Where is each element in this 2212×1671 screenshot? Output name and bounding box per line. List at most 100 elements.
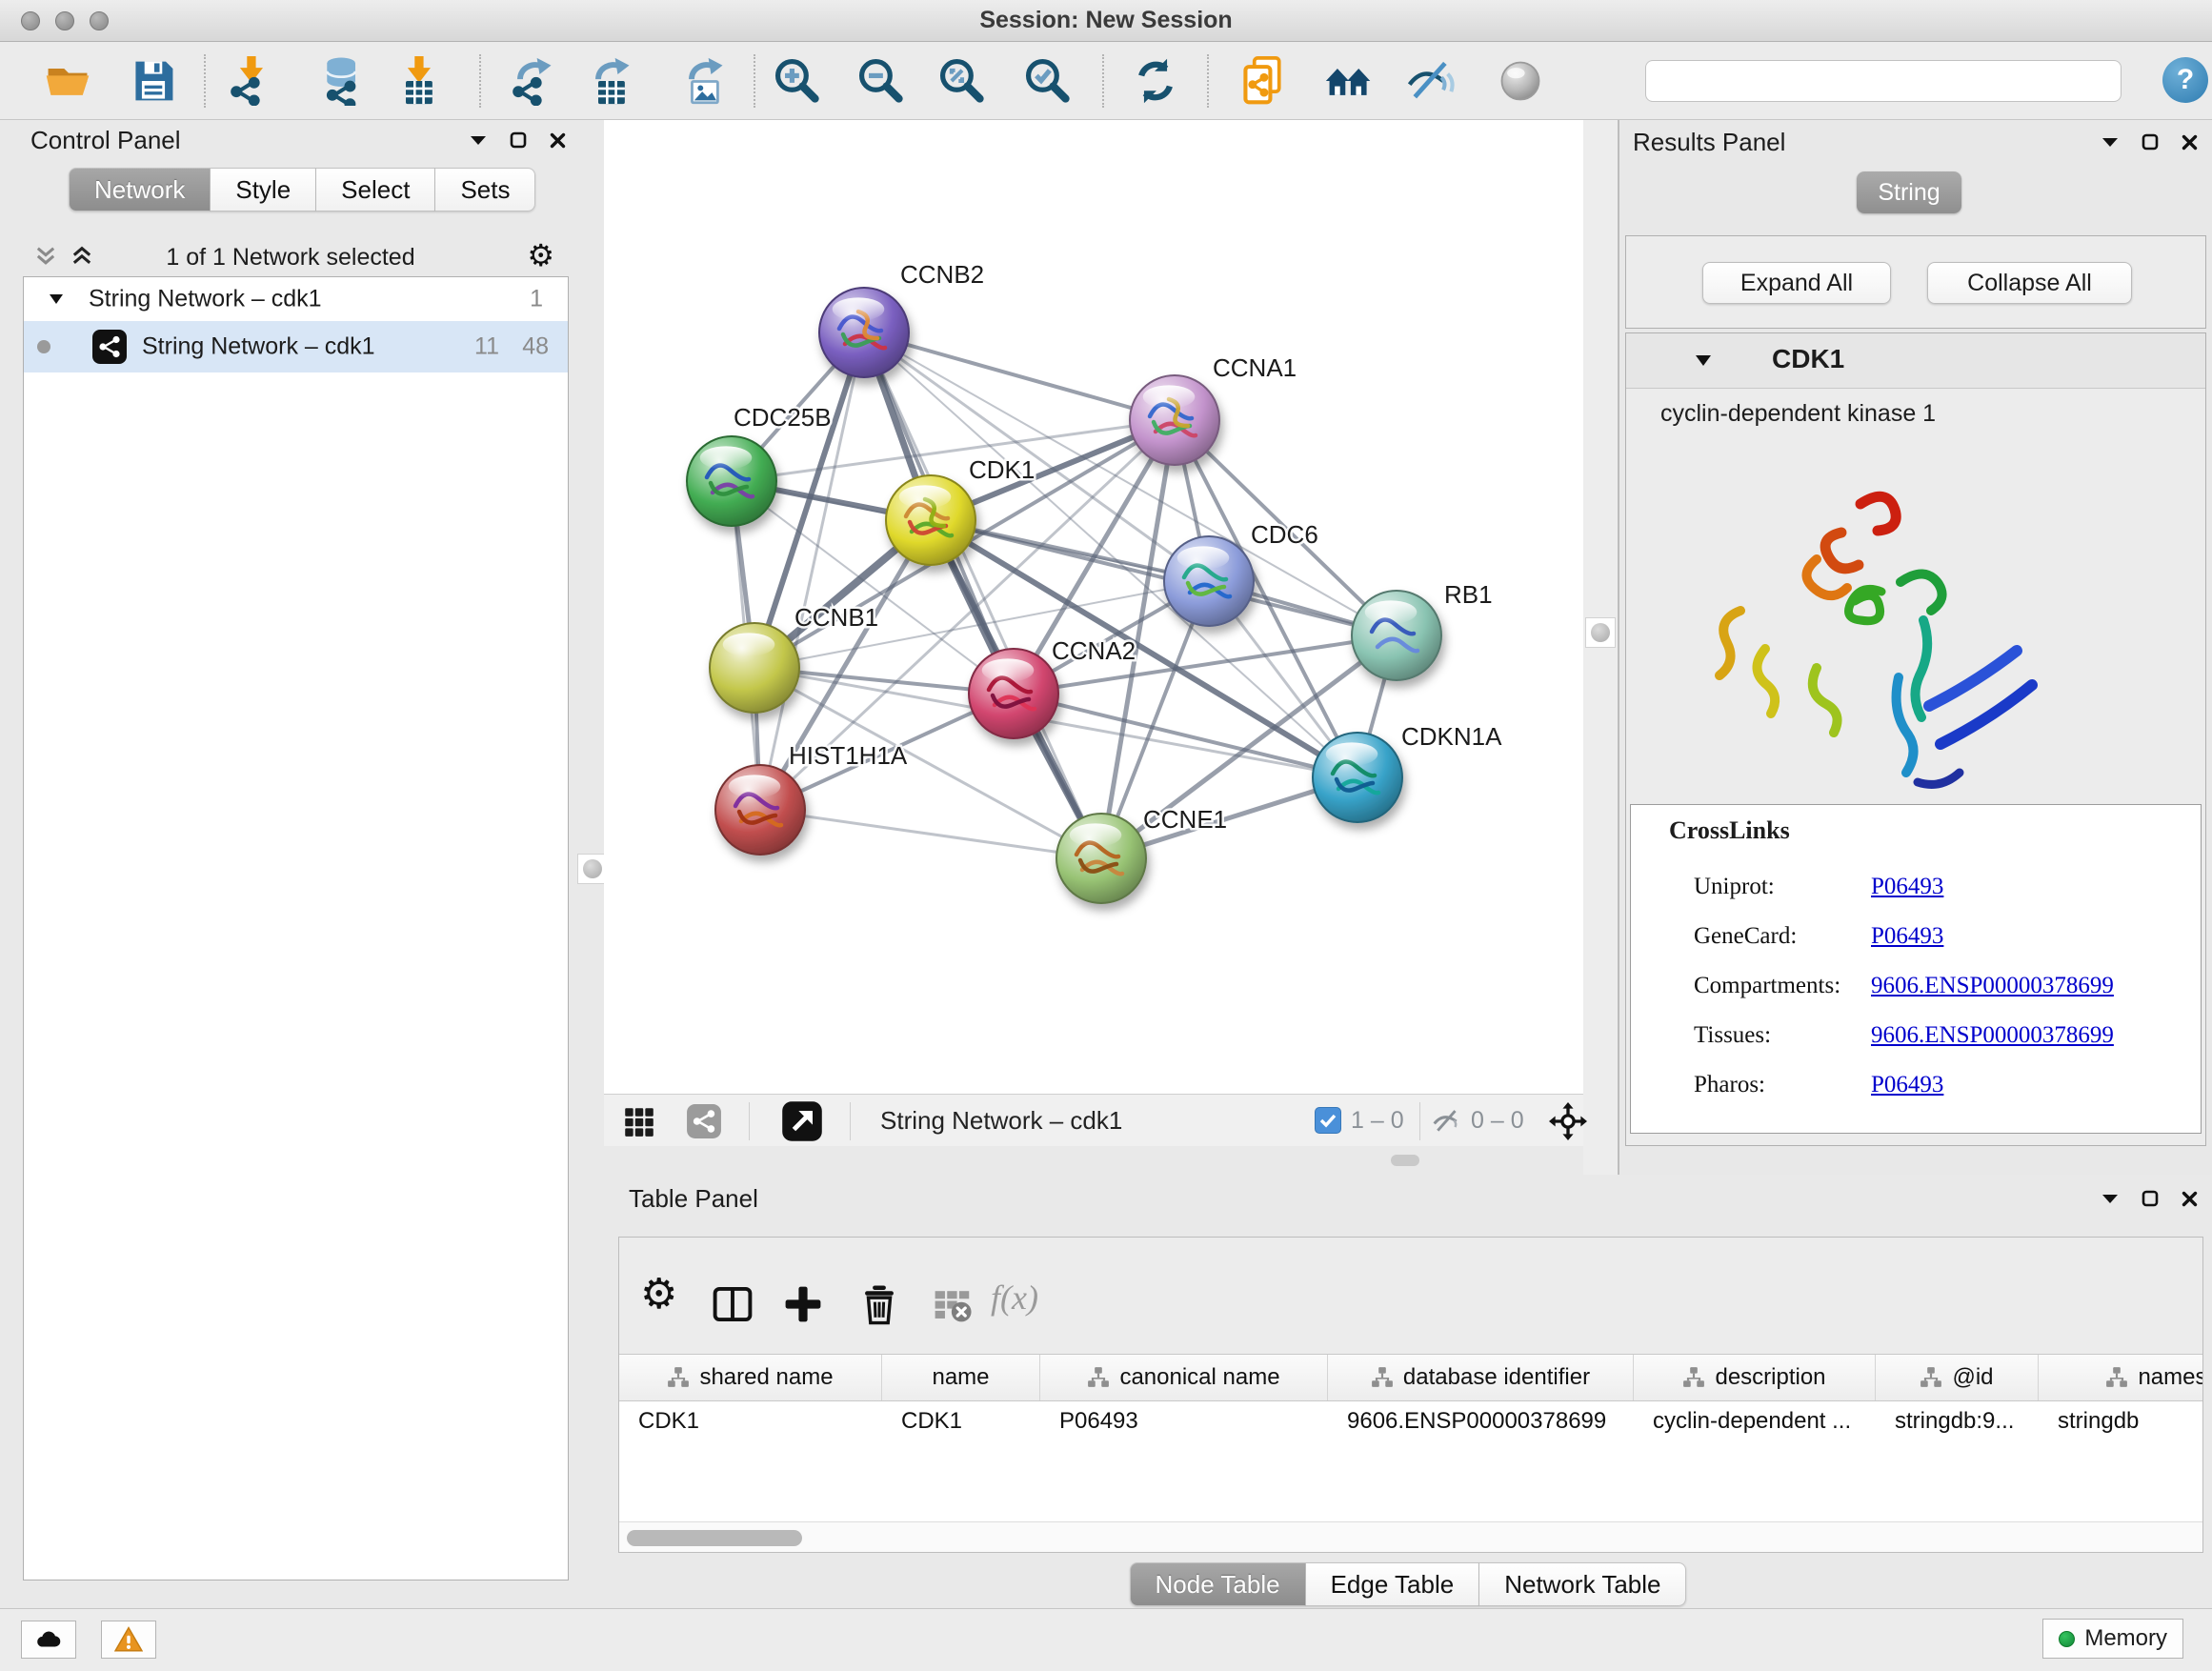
zoom-out-icon[interactable] (856, 56, 906, 106)
network-node-CDK1[interactable]: CDK1 (886, 455, 1035, 565)
tab-edge-table[interactable]: Edge Table (1306, 1562, 1480, 1606)
crosslink-row: Pharos:P06493 (1631, 1062, 2201, 1112)
float-panel-icon[interactable] (2142, 133, 2159, 151)
tab-style[interactable]: Style (211, 168, 316, 211)
delete-column-trash-icon[interactable] (857, 1282, 901, 1326)
gene-section-header[interactable]: CDK1 (1626, 333, 2205, 389)
network-node-HIST1H1A[interactable]: HIST1H1A (715, 741, 908, 855)
birds-eye-view-icon[interactable] (621, 1103, 657, 1139)
tab-sets[interactable]: Sets (435, 168, 535, 211)
tab-network-table[interactable]: Network Table (1479, 1562, 1686, 1606)
import-table-icon[interactable] (393, 56, 443, 106)
export-network-icon[interactable] (508, 56, 557, 106)
network-edge[interactable] (864, 332, 1101, 858)
crosslink-value-link[interactable]: 9606.ENSP00000378699 (1871, 1022, 2114, 1049)
column-header-name[interactable]: name (882, 1355, 1040, 1400)
zoom-in-icon[interactable] (773, 56, 822, 106)
collapse-panel-icon[interactable] (2101, 136, 2119, 148)
table-cell[interactable]: CDK1 (882, 1401, 1040, 1443)
table-cell[interactable]: stringdb:9... (1876, 1401, 2039, 1443)
search-input[interactable] (1645, 60, 2122, 102)
tab-string[interactable]: String (1857, 171, 1961, 213)
tab-network[interactable]: Network (69, 168, 211, 211)
network-node-CCNE1[interactable]: CCNE1 (1056, 805, 1227, 903)
warning-status-button[interactable] (101, 1621, 156, 1659)
collapse-panel-icon[interactable] (2101, 1193, 2119, 1204)
network-table-splitter[interactable] (604, 1146, 1583, 1175)
table-horizontal-scrollbar[interactable] (619, 1521, 2203, 1553)
show-columns-icon[interactable] (711, 1282, 754, 1326)
import-network-from-database-icon[interactable] (318, 56, 368, 106)
network-node-CDKN1A[interactable]: CDKN1A (1313, 722, 1502, 822)
tab-select[interactable]: Select (316, 168, 435, 211)
node-label: CDK1 (969, 455, 1035, 484)
table-cell[interactable]: CDK1 (619, 1401, 882, 1443)
network-canvas[interactable]: CCNB2CCNA1CDC25BCDK1CDC6RB1CCNB1CCNA2CDK… (604, 120, 1583, 1094)
close-panel-icon[interactable] (2182, 1191, 2198, 1207)
delete-table-icon[interactable] (931, 1282, 975, 1326)
column-header-id[interactable]: @id (1876, 1355, 2039, 1400)
zoom-selected-icon[interactable] (1023, 56, 1073, 106)
results-panel-window-controls (2101, 133, 2198, 151)
help-button[interactable]: ? (2162, 57, 2208, 103)
refresh-layout-icon[interactable] (1131, 56, 1180, 106)
column-header-namespace[interactable]: namespace (2039, 1355, 2203, 1400)
crosslink-value-link[interactable]: P06493 (1871, 1072, 1943, 1098)
network-row-selected[interactable]: String Network – cdk1 11 48 (24, 321, 568, 372)
apply-function-icon[interactable]: f(x) (991, 1278, 1038, 1318)
network-node-RB1[interactable]: RB1 (1352, 580, 1493, 680)
network-results-splitter[interactable] (1583, 120, 1619, 1175)
string-panel-icon[interactable] (686, 1103, 722, 1139)
float-panel-icon[interactable] (2142, 1190, 2159, 1207)
network-options-gear-icon[interactable]: ⚙ (527, 240, 554, 271)
expand-all-button[interactable]: Expand All (1702, 262, 1891, 304)
import-network-icon[interactable] (226, 56, 275, 106)
table-cell[interactable]: stringdb (2039, 1401, 2203, 1443)
export-table-icon[interactable] (586, 56, 635, 106)
network-node-CCNA1[interactable]: CCNA1 (1130, 353, 1297, 465)
open-session-icon[interactable] (43, 56, 92, 106)
network-graph[interactable]: CCNB2CCNA1CDC25BCDK1CDC6RB1CCNB1CCNA2CDK… (604, 120, 1583, 1094)
column-header-canonical-name[interactable]: canonical name (1040, 1355, 1328, 1400)
table-cell[interactable]: 9606.ENSP00000378699 (1328, 1401, 1634, 1443)
network-node-CCNB1[interactable]: CCNB1 (710, 603, 878, 713)
splitter-handle[interactable] (1585, 617, 1616, 648)
zoom-fit-icon[interactable] (937, 56, 987, 106)
column-header-shared-name[interactable]: shared name (619, 1355, 882, 1400)
crosslink-value-link[interactable]: P06493 (1871, 923, 1943, 950)
table-cell[interactable]: cyclin-dependent ... (1634, 1401, 1876, 1443)
tree-expander-icon[interactable] (49, 293, 64, 305)
save-session-icon[interactable] (129, 56, 178, 106)
crosslink-value-link[interactable]: P06493 (1871, 874, 1943, 900)
open-in-window-icon[interactable] (781, 1100, 823, 1142)
eye-orb-icon[interactable] (1496, 56, 1545, 106)
network-collection-row[interactable]: String Network – cdk1 1 (24, 277, 568, 321)
cloud-status-button[interactable] (21, 1621, 76, 1659)
close-panel-icon[interactable] (550, 132, 566, 149)
string-home-icon[interactable] (1324, 56, 1374, 106)
control-network-splitter[interactable] (581, 120, 604, 1608)
column-header-database-identifier[interactable]: database identifier (1328, 1355, 1634, 1400)
table-row[interactable]: CDK1CDK1P064939606.ENSP00000378699cyclin… (619, 1401, 2203, 1443)
float-panel-icon[interactable] (510, 131, 527, 149)
tab-node-table[interactable]: Node Table (1130, 1562, 1306, 1606)
table-options-gear-icon[interactable]: ⚙ (640, 1274, 684, 1318)
selected-count-checkbox[interactable] (1315, 1107, 1341, 1134)
network-edge[interactable] (864, 332, 1175, 420)
export-image-icon[interactable] (679, 56, 729, 106)
fit-selected-crosshair-icon[interactable] (1549, 1102, 1587, 1140)
collapse-all-button[interactable]: Collapse All (1927, 262, 2132, 304)
hide-show-glass-icon[interactable] (1406, 56, 1456, 106)
crosslink-value-link[interactable]: 9606.ENSP00000378699 (1871, 973, 2114, 999)
close-panel-icon[interactable] (2182, 134, 2198, 151)
add-column-icon[interactable] (781, 1282, 825, 1326)
memory-button[interactable]: Memory (2042, 1619, 2183, 1659)
scrollbar-thumb[interactable] (627, 1530, 802, 1546)
column-header-description[interactable]: description (1634, 1355, 1876, 1400)
splitter-handle[interactable] (1391, 1155, 1419, 1166)
section-expander-icon[interactable] (1695, 354, 1712, 367)
collapse-panel-icon[interactable] (470, 134, 487, 146)
share-document-icon[interactable] (1238, 56, 1288, 106)
table-cell[interactable]: P06493 (1040, 1401, 1328, 1443)
network-edge[interactable] (760, 810, 1101, 858)
